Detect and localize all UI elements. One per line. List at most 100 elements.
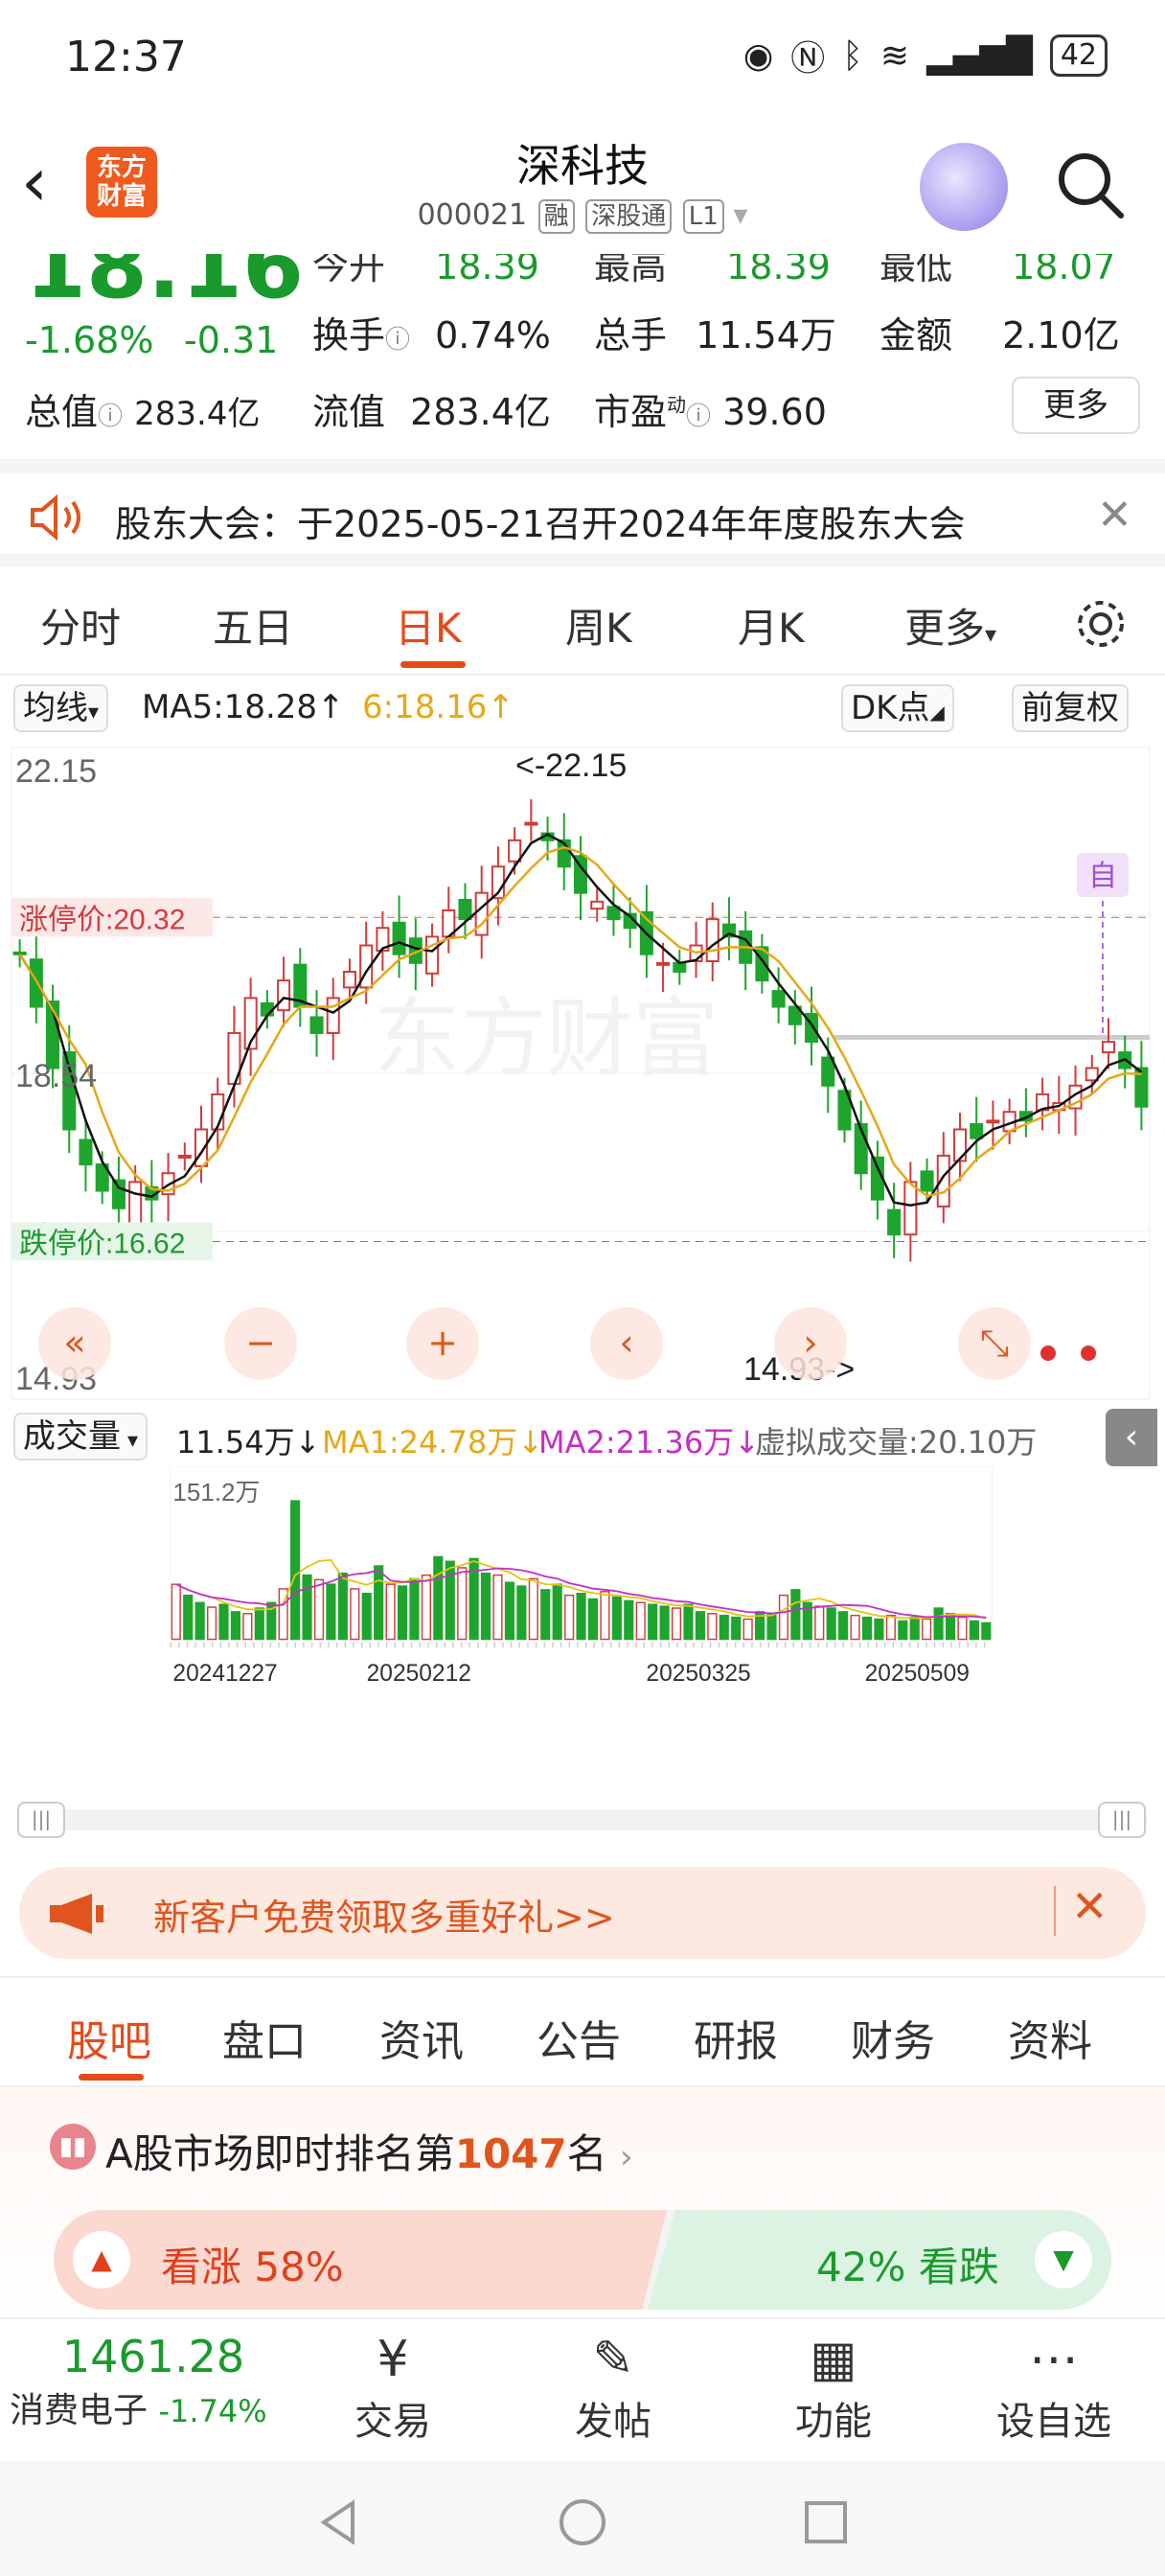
info-icon[interactable]: ⓘ <box>385 326 410 355</box>
robot-assistant-icon[interactable] <box>920 143 1008 231</box>
current-price: 18.16 <box>25 254 305 318</box>
candle-body <box>79 1138 93 1166</box>
open-value: 18.39 <box>435 254 539 288</box>
volume-chart[interactable]: 151.2万 20241227 20250212 20250325 20250509 <box>0 1466 1165 1715</box>
tab-news[interactable]: 资讯 <box>379 2007 464 2068</box>
vote-up-area[interactable] <box>54 2210 667 2310</box>
info-icon[interactable]: ⓘ <box>98 402 123 431</box>
notice-banner[interactable]: 股东大会：于2025-05-21召开2024年年度股东大会 ✕ <box>0 460 1165 567</box>
tab-announcements[interactable]: 公告 <box>537 2007 621 2068</box>
trade-button[interactable]: ¥ 交易 <box>316 2329 469 2446</box>
date-range-scroller[interactable]: ||| ||| <box>0 1792 1165 1850</box>
ma-selector[interactable]: 均线▾ <box>13 684 109 732</box>
volume-bar <box>850 1614 860 1641</box>
tab-profile[interactable]: 资料 <box>1008 2007 1092 2068</box>
open-label: 今开 <box>312 254 386 288</box>
index-ticker[interactable]: 1461.28 消费电子 -1.74% <box>10 2331 297 2432</box>
tab-weekly-k[interactable]: 周K <box>565 596 632 655</box>
collapse-panel-icon[interactable]: ‹ <box>1106 1409 1157 1466</box>
search-icon[interactable] <box>1054 149 1127 221</box>
indicator-selector[interactable]: 成交量 ▾ <box>13 1413 148 1460</box>
page-dot <box>1081 1346 1096 1361</box>
tab-five-day[interactable]: 五日 <box>213 596 293 655</box>
volume-bar <box>361 1593 372 1641</box>
fullscreen-icon[interactable]: ⤡ <box>980 1322 1009 1364</box>
bluetooth-icon: ᛒ <box>842 35 863 76</box>
tab-handicap[interactable]: 盘口 <box>222 2007 307 2068</box>
change-pct: -1.68% <box>25 319 154 361</box>
nav-home-icon[interactable] <box>558 2497 607 2547</box>
volume-bar <box>540 1589 551 1641</box>
turnover-label: 换手 <box>312 314 386 356</box>
high-annotation: <-22.15 <box>515 748 627 784</box>
vol-ma1: MA1:24.78万↓ <box>322 1424 544 1460</box>
tab-intraday[interactable]: 分时 <box>40 596 121 655</box>
volume-bar <box>909 1616 920 1641</box>
candle-body <box>705 918 720 962</box>
more-button[interactable]: 更多 <box>1012 377 1140 434</box>
close-icon[interactable]: ✕ <box>1071 1880 1108 1932</box>
tab-monthly-k[interactable]: 月K <box>738 596 805 655</box>
grid-icon: ▦ <box>810 2331 857 2388</box>
volume-bar <box>183 1594 194 1641</box>
functions-label: 功能 <box>795 2400 872 2444</box>
volume-bar <box>552 1583 562 1641</box>
volume-bar <box>790 1589 801 1641</box>
close-icon[interactable]: ✕ <box>1097 491 1132 540</box>
scroll-handle-left[interactable]: ||| <box>17 1802 65 1838</box>
add-watchlist-button[interactable]: ⋯ 设自选 <box>977 2329 1131 2446</box>
candle-body <box>342 970 356 989</box>
scroll-handle-right[interactable]: ||| <box>1098 1802 1146 1838</box>
volume-bar <box>671 1607 682 1641</box>
volume-bar <box>957 1616 968 1641</box>
volume-bar <box>576 1593 586 1641</box>
tab-daily-k[interactable]: 日K <box>395 596 462 655</box>
tab-more[interactable]: 更多▾ <box>904 596 996 655</box>
nfc-icon: Ⓝ <box>790 39 826 79</box>
volume-bar <box>695 1611 705 1641</box>
zoom-in-icon[interactable]: + <box>427 1322 458 1364</box>
info-icon[interactable]: ⓘ <box>686 402 711 431</box>
down-arrow-icon[interactable]: ▼ <box>1035 2231 1092 2288</box>
candlestick-chart[interactable]: 东方财富 22.1520.3518.5416.7414.93涨停价:20.32跌… <box>0 738 1165 1409</box>
post-button[interactable]: ✎ 发帖 <box>537 2329 690 2446</box>
up-arrow-icon[interactable]: ▲ <box>73 2231 130 2288</box>
scroll-track[interactable] <box>17 1809 1148 1830</box>
functions-button[interactable]: ▦ 功能 <box>757 2329 910 2446</box>
promo-banner[interactable]: 新客户免费领取多重好礼>> ✕ <box>19 1867 1146 1959</box>
zoom-out-icon[interactable]: − <box>245 1322 276 1364</box>
volume-bar <box>326 1583 336 1641</box>
pe-label: 市盈 <box>594 391 668 433</box>
rank-title[interactable]: A股市场即时排名第1047名 › <box>105 2122 633 2180</box>
candle-body <box>392 921 406 955</box>
indicator-label: 成交量 <box>23 1417 121 1456</box>
candle-body <box>508 839 522 862</box>
tab-research[interactable]: 研报 <box>694 2007 778 2068</box>
rank-number: 1047 <box>454 2130 567 2177</box>
status-icons: ◉ Ⓝ ᛒ ≋ ▂▄▆█ 42 <box>743 31 1108 80</box>
adjust-selector[interactable]: 前复权 <box>1012 684 1129 732</box>
step-forward-icon[interactable]: › <box>803 1322 817 1364</box>
volume-bar <box>885 1614 896 1641</box>
candle-body <box>970 1123 984 1139</box>
volume-bar <box>374 1565 384 1641</box>
tab-forum[interactable]: 股吧 <box>67 2007 151 2068</box>
chevron-right-icon: › <box>620 2138 633 2176</box>
volume-bar <box>683 1603 694 1641</box>
amount-value: 2.10亿 <box>1002 314 1120 356</box>
step-back-icon[interactable]: ‹ <box>619 1322 633 1364</box>
tab-finance[interactable]: 财务 <box>851 2007 935 2068</box>
volume-bar <box>922 1618 932 1641</box>
volume-bar <box>433 1555 444 1641</box>
dk-point-selector[interactable]: DK点◢ <box>841 684 954 732</box>
fast-back-icon[interactable]: « <box>63 1322 85 1364</box>
date-label: 20250212 <box>367 1661 471 1687</box>
mcap-label: 总值 <box>25 391 99 433</box>
signal-icon: ▂▄▆█ <box>926 35 1033 76</box>
nav-recents-icon[interactable] <box>801 2497 851 2547</box>
settings-gear-icon[interactable] <box>1073 596 1129 652</box>
nav-back-icon[interactable] <box>314 2497 364 2547</box>
volume-bar <box>350 1588 360 1641</box>
candle-body <box>458 899 472 921</box>
volume-bar <box>313 1578 325 1641</box>
